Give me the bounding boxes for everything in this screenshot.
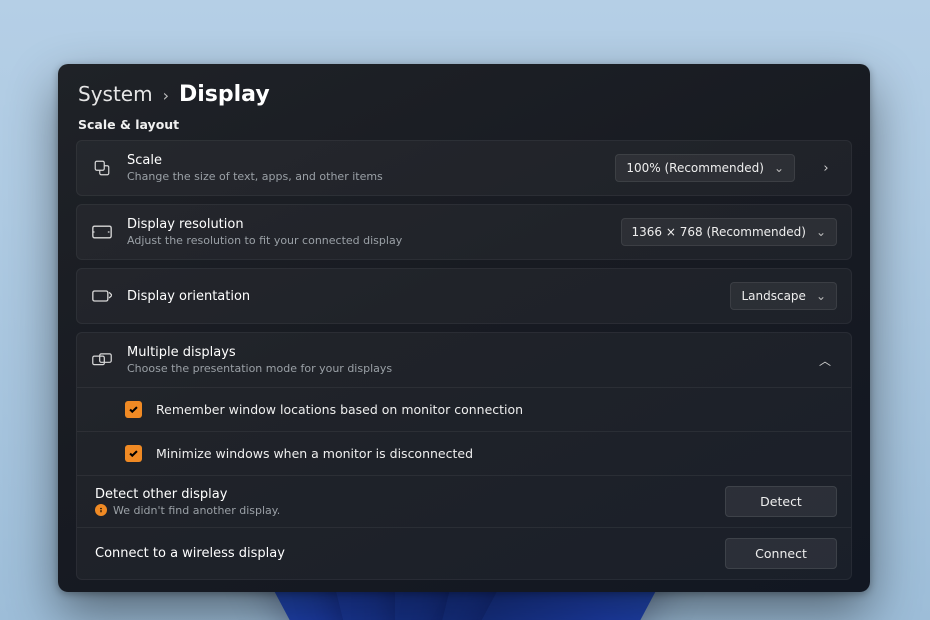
checkbox-checked-icon[interactable] [125,401,142,418]
multiple-displays-header[interactable]: Multiple displays Choose the presentatio… [77,333,851,387]
wireless-title: Connect to a wireless display [95,546,711,561]
detect-title: Detect other display [95,487,711,502]
chevron-right-icon[interactable]: › [815,161,837,176]
chevron-down-icon: ⌄ [816,225,826,239]
checkbox-label: Remember window locations based on monit… [156,402,523,417]
setting-title: Display resolution [127,217,607,232]
scale-dropdown[interactable]: 100% (Recommended) ⌄ [615,154,795,182]
chevron-up-icon[interactable]: ︿ [813,352,837,369]
setting-row-multiple-displays: Multiple displays Choose the presentatio… [76,332,852,580]
resolution-dropdown[interactable]: 1366 × 768 (Recommended) ⌄ [621,218,837,246]
orientation-dropdown[interactable]: Landscape ⌄ [730,282,837,310]
wireless-display-row: Connect to a wireless display Connect [77,527,851,579]
settings-display-panel: System › Display Scale & layout Scale Ch… [58,64,870,592]
dropdown-value: 100% (Recommended) [626,161,764,175]
detect-display-row: Detect other display We didn't find anot… [77,475,851,527]
warning-icon [95,504,107,516]
breadcrumb: System › Display [78,82,852,107]
page-title: Display [179,82,270,107]
setting-title: Multiple displays [127,345,799,360]
checkbox-row-minimize-on-disconnect[interactable]: Minimize windows when a monitor is disco… [77,431,851,475]
setting-title: Scale [127,153,601,168]
chevron-down-icon: ⌄ [774,161,784,175]
checkbox-row-remember-locations[interactable]: Remember window locations based on monit… [77,387,851,431]
dropdown-value: 1366 × 768 (Recommended) [632,225,806,239]
detect-message: We didn't find another display. [113,504,280,517]
checkbox-label: Minimize windows when a monitor is disco… [156,446,473,461]
setting-row-resolution[interactable]: Display resolution Adjust the resolution… [76,204,852,260]
setting-subtitle: Change the size of text, apps, and other… [127,170,601,183]
checkbox-checked-icon[interactable] [125,445,142,462]
setting-row-scale[interactable]: Scale Change the size of text, apps, and… [76,140,852,196]
setting-title: Display orientation [127,289,716,304]
orientation-icon [91,288,113,304]
setting-subtitle: Choose the presentation mode for your di… [127,362,799,375]
chevron-down-icon: ⌄ [816,289,826,303]
setting-row-orientation[interactable]: Display orientation Landscape ⌄ [76,268,852,324]
scale-icon [91,159,113,177]
resolution-icon [91,225,113,239]
multiple-displays-icon [91,352,113,368]
breadcrumb-parent[interactable]: System [78,82,153,106]
connect-button[interactable]: Connect [725,538,837,569]
dropdown-value: Landscape [741,289,805,303]
detect-button[interactable]: Detect [725,486,837,517]
chevron-right-icon: › [163,86,169,105]
setting-subtitle: Adjust the resolution to fit your connec… [127,234,607,247]
section-heading-scale-layout: Scale & layout [78,117,852,132]
